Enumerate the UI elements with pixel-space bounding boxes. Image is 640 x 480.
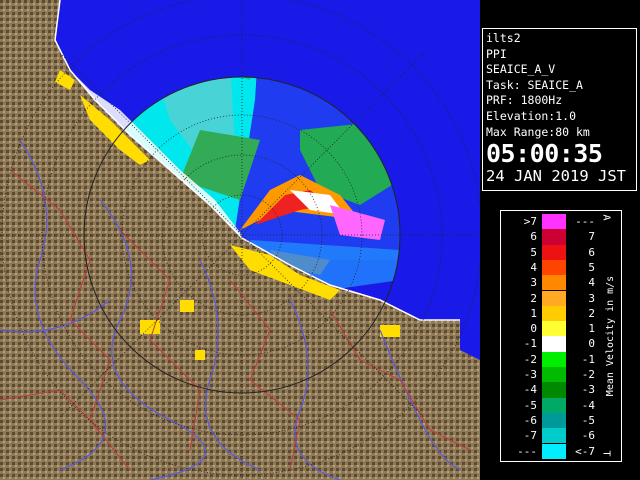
legend-color-swatch xyxy=(542,351,566,367)
product-type: PPI xyxy=(486,46,507,61)
prf-value: PRF: 1800Hz xyxy=(486,93,563,108)
legend-low-label: -3 xyxy=(523,368,537,381)
legend-high-label: -2 xyxy=(581,368,595,381)
legend-high-label: 7 xyxy=(588,230,595,244)
legend-color-swatch xyxy=(542,412,566,429)
max-range-value: Max Range:80 km xyxy=(486,124,590,139)
legend-row: -1 0 xyxy=(501,336,606,352)
legend-low-label: -2 xyxy=(523,352,537,366)
legend-color-swatch xyxy=(542,305,566,322)
legend-unit-label: Mean Velocity in m/s xyxy=(605,276,616,396)
legend-color-swatch xyxy=(542,229,566,245)
legend-low-label: 3 xyxy=(530,276,537,290)
legend-row: -5 -4 xyxy=(501,397,606,413)
legend-high-label: -1 xyxy=(581,352,595,366)
legend-row: 34 xyxy=(501,275,606,291)
legend-row: 67 xyxy=(501,229,606,245)
legend-low-label: 0 xyxy=(530,322,537,336)
legend-row: >7 --- xyxy=(501,214,606,230)
legend-row: --- <-7 xyxy=(501,443,606,459)
legend-row: -6 -5 xyxy=(501,412,606,429)
legend-color-swatch xyxy=(542,443,566,459)
legend-low-label: -5 xyxy=(523,398,537,412)
legend-low-label: 1 xyxy=(530,306,537,320)
legend-row: 56 xyxy=(501,244,606,260)
legend-high-label: 2 xyxy=(588,306,595,320)
legend-row: -2 -1 xyxy=(501,351,606,367)
legend-high-label: --- xyxy=(575,215,595,228)
legend-high-label: 1 xyxy=(588,322,595,336)
scan-name: SEAICE_A_V xyxy=(486,62,556,77)
legend-row: -3 -2 xyxy=(501,367,606,383)
legend-high-label: 5 xyxy=(588,260,595,274)
legend-high-label: -3 xyxy=(581,383,595,397)
legend-color-swatch xyxy=(542,275,566,291)
legend-bottom-marker: T xyxy=(600,450,612,457)
legend-low-label: -7 xyxy=(523,429,537,443)
legend-low-label: --- xyxy=(517,444,537,458)
scan-info-panel: ilts2 PPI SEAICE_A_V Task: SEAICE_A PRF:… xyxy=(482,28,637,191)
legend-color-swatch xyxy=(542,336,566,352)
scan-date: 24 JAN 2019 JST xyxy=(486,167,626,186)
legend-low-label: -4 xyxy=(523,383,537,397)
legend-row: 12 xyxy=(501,305,606,322)
legend-row: 01 xyxy=(501,321,606,337)
legend-high-label: -6 xyxy=(581,429,595,443)
radar-map xyxy=(0,0,480,480)
legend-low-label: 2 xyxy=(530,291,537,305)
legend-color-swatch xyxy=(542,259,566,276)
legend-color-swatch xyxy=(542,244,566,260)
legend-high-label: 6 xyxy=(588,245,595,259)
legend-row: 45 xyxy=(501,259,606,276)
legend-color-swatch xyxy=(542,321,566,337)
legend-low-label: 5 xyxy=(530,245,537,259)
svg-text:Mean Velocity in m/s: Mean Velocity in m/s xyxy=(605,276,616,396)
legend-color-swatch xyxy=(542,290,566,306)
legend-color-swatch xyxy=(542,397,566,413)
legend-row: -4 -3 xyxy=(501,382,606,398)
legend-high-label: 4 xyxy=(588,276,595,290)
legend-low-label: >7 xyxy=(523,215,537,228)
legend-row: -7 -6 xyxy=(501,428,606,444)
legend-low-label: -1 xyxy=(523,337,537,351)
legend-color-swatch xyxy=(542,428,566,444)
elevation-value: Elevation:1.0 xyxy=(486,108,577,123)
scan-time: 05:00:35 xyxy=(486,139,603,169)
legend-high-label: <-7 xyxy=(575,444,595,458)
legend-high-label: -4 xyxy=(581,398,595,412)
legend-low-label: -6 xyxy=(523,413,537,427)
task-name: Task: SEAICE_A xyxy=(486,77,583,92)
legend-low-label: 6 xyxy=(530,230,537,244)
legend-low-label: 4 xyxy=(530,260,537,274)
legend-high-label: 3 xyxy=(588,291,595,305)
legend-color-swatch xyxy=(542,214,566,230)
site-name: ilts2 xyxy=(486,31,521,45)
legend-top-marker: A xyxy=(600,214,612,221)
legend-color-swatch xyxy=(542,367,566,383)
legend-high-label: 0 xyxy=(588,337,595,351)
legend-row: 23 xyxy=(501,290,606,306)
legend-color-swatch xyxy=(542,382,566,398)
legend-high-label: -5 xyxy=(581,413,595,427)
